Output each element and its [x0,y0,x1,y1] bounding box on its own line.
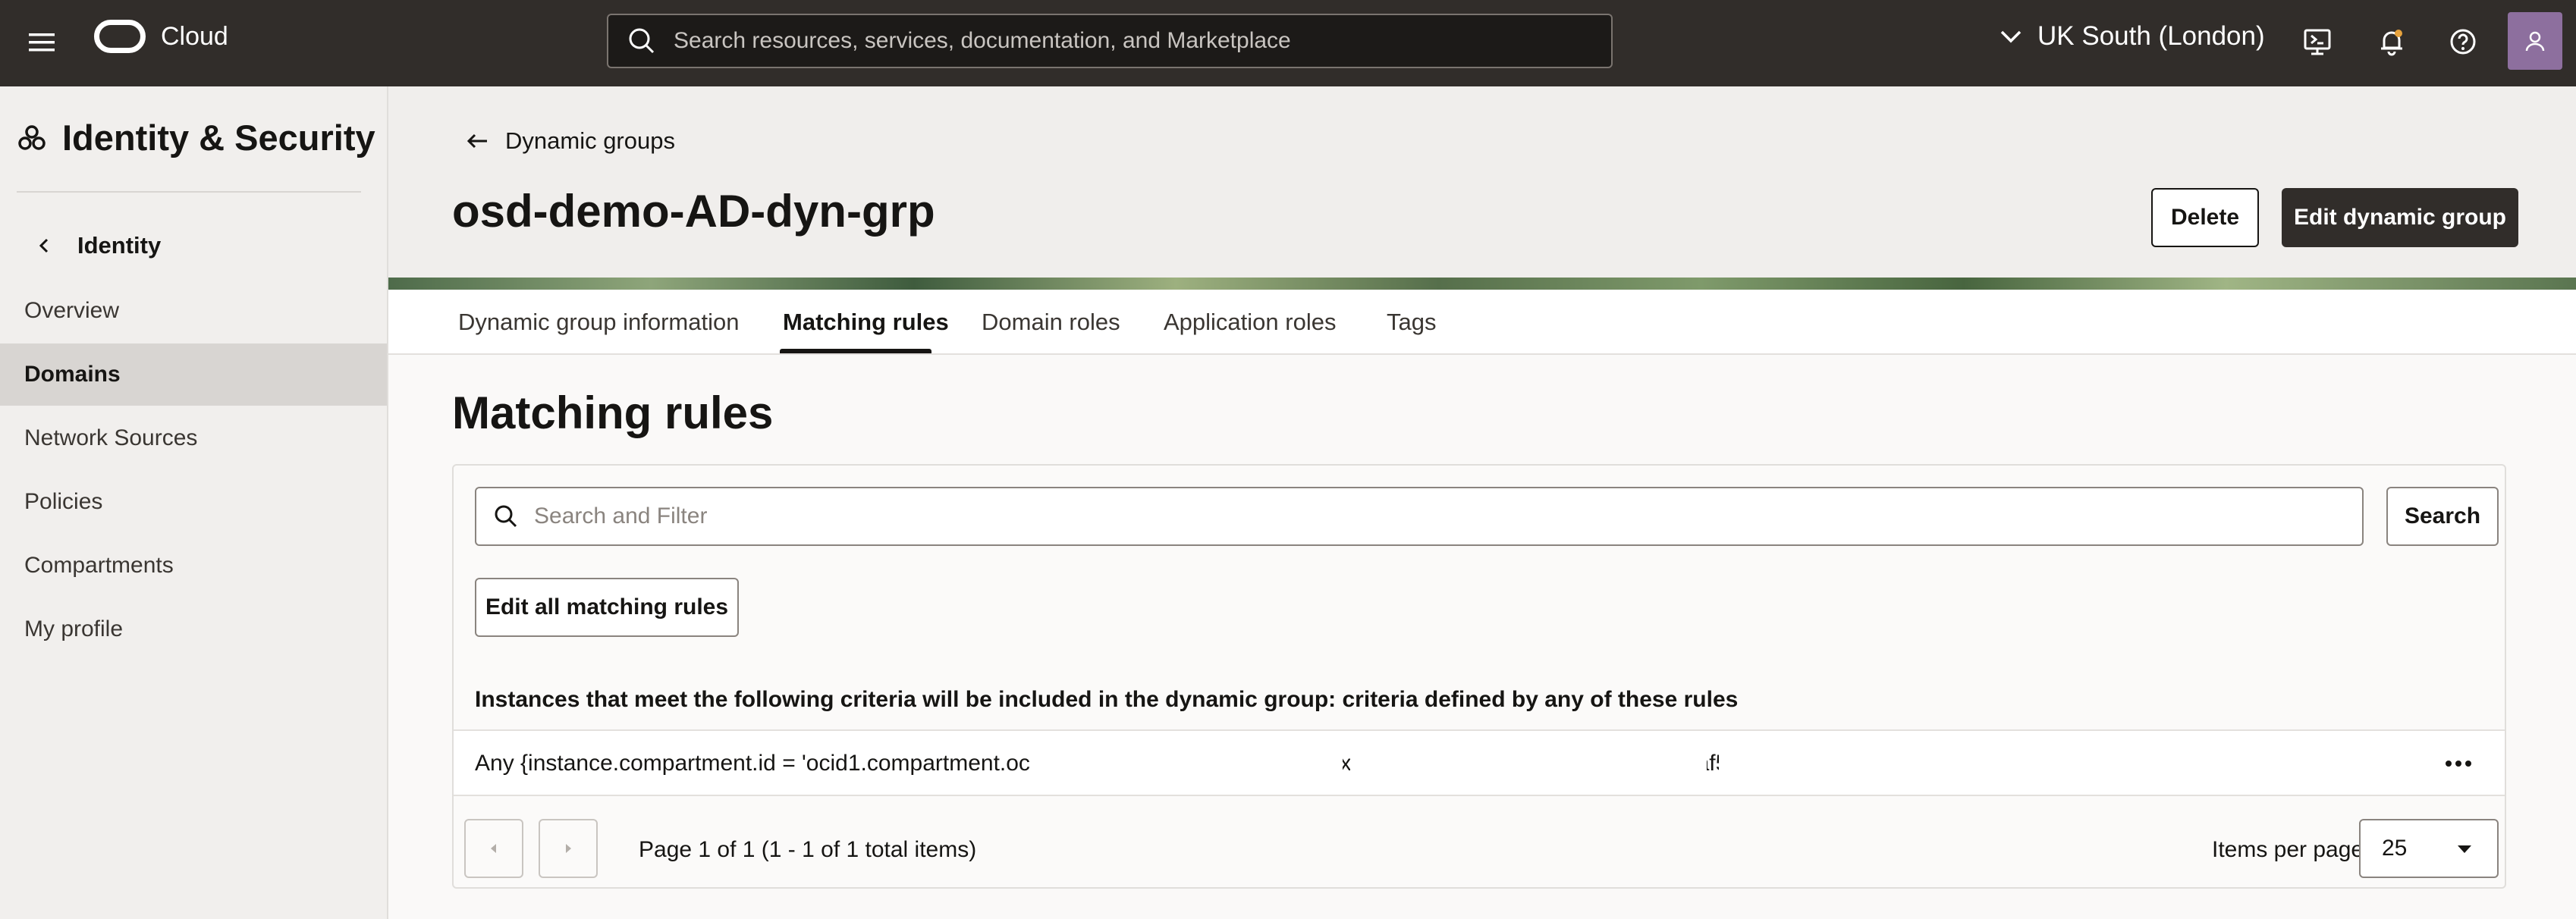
sidebar-back-label: Identity [77,232,162,259]
delete-button[interactable]: Delete [2151,188,2259,247]
top-bar: Cloud UK South (London) [0,0,2576,86]
identity-security-icon [18,124,46,150]
tab-application-roles[interactable]: Application roles [1164,290,1336,355]
breadcrumb-label: Dynamic groups [505,127,675,154]
page-header: Dynamic groups osd-demo-AD-dyn-grp Delet… [388,86,2576,278]
help-icon[interactable] [2444,23,2482,61]
filter-input[interactable] [534,503,2279,529]
menu-icon[interactable] [23,23,61,61]
matching-rules-section: Matching rules Search Edit all matching … [388,355,2576,919]
edit-all-matching-rules-button[interactable]: Edit all matching rules [475,578,739,637]
search-icon [495,505,517,528]
tab-domain-roles[interactable]: Domain roles [982,290,1120,355]
notifications-bell-icon[interactable] [2373,23,2411,61]
sidebar-item-compartments[interactable]: Compartments [0,535,387,597]
items-per-page-value: 25 [2382,836,2408,861]
tab-bar: Dynamic group information Matching rules… [388,290,2576,355]
redaction-block [1719,748,2022,779]
section-title: Matching rules [452,387,774,438]
criteria-label: Instances that meet the following criter… [475,687,1739,712]
items-per-page-label: Items per page [2212,837,2364,862]
tab-tags[interactable]: Tags [1387,290,1436,355]
chevron-down-icon [2000,30,2022,43]
sidebar-divider [17,191,361,193]
arrow-left-icon [467,133,487,149]
sidebar-item-my-profile[interactable]: My profile [0,598,387,660]
caret-down-icon [2458,845,2471,853]
rule-row: Any {instance.compartment.id = 'ocid1.co… [454,729,2505,796]
main-content: Dynamic groups osd-demo-AD-dyn-grp Delet… [388,86,2576,919]
sidebar-back-identity[interactable]: Identity [33,232,161,259]
row-actions-menu-icon[interactable] [2441,748,2476,779]
active-tab-indicator [780,349,931,353]
sidebar-title: Identity & Security [17,117,375,158]
global-search[interactable] [607,14,1613,68]
caret-right-icon [566,844,571,853]
previous-page-button[interactable] [464,819,523,878]
chevron-left-icon [39,238,49,253]
user-avatar[interactable] [2508,12,2562,70]
cloud-shell-icon[interactable] [2298,23,2336,61]
redaction-block [1350,748,1707,779]
sidebar-title-text: Identity & Security [62,118,375,158]
edit-dynamic-group-button[interactable]: Edit dynamic group [2282,188,2518,247]
search-icon [629,28,655,54]
filter-box[interactable] [475,487,2364,546]
brand-name: Cloud [161,21,228,51]
tab-matching-rules[interactable]: Matching rules [783,290,949,355]
redaction-block [1032,748,1343,779]
sidebar: Identity & Security Identity Overview Do… [0,86,388,919]
matching-rules-panel: Search Edit all matching rules Instances… [452,464,2506,889]
region-selector[interactable]: UK South (London) [1998,21,2265,52]
sidebar-item-network-sources[interactable]: Network Sources [0,407,387,469]
cloud-logo-link[interactable]: Cloud [94,20,228,53]
oracle-logo-icon [94,20,146,53]
search-button[interactable]: Search [2386,487,2499,546]
items-per-page-select[interactable]: 25 [2359,819,2499,878]
next-page-button[interactable] [539,819,598,878]
tab-dynamic-group-information[interactable]: Dynamic group information [458,290,739,355]
sidebar-item-domains[interactable]: Domains [0,343,387,406]
user-icon [2525,31,2545,52]
page-info: Page 1 of 1 (1 - 1 of 1 total items) [639,837,977,862]
global-search-input[interactable] [674,28,1584,54]
region-label: UK South (London) [2037,21,2265,51]
page-title: osd-demo-AD-dyn-grp [452,186,935,237]
decorative-banner [388,278,2576,290]
caret-left-icon [491,844,496,853]
sidebar-item-overview[interactable]: Overview [0,280,387,342]
breadcrumb-back[interactable]: Dynamic groups [464,127,675,155]
sidebar-item-policies[interactable]: Policies [0,471,387,533]
